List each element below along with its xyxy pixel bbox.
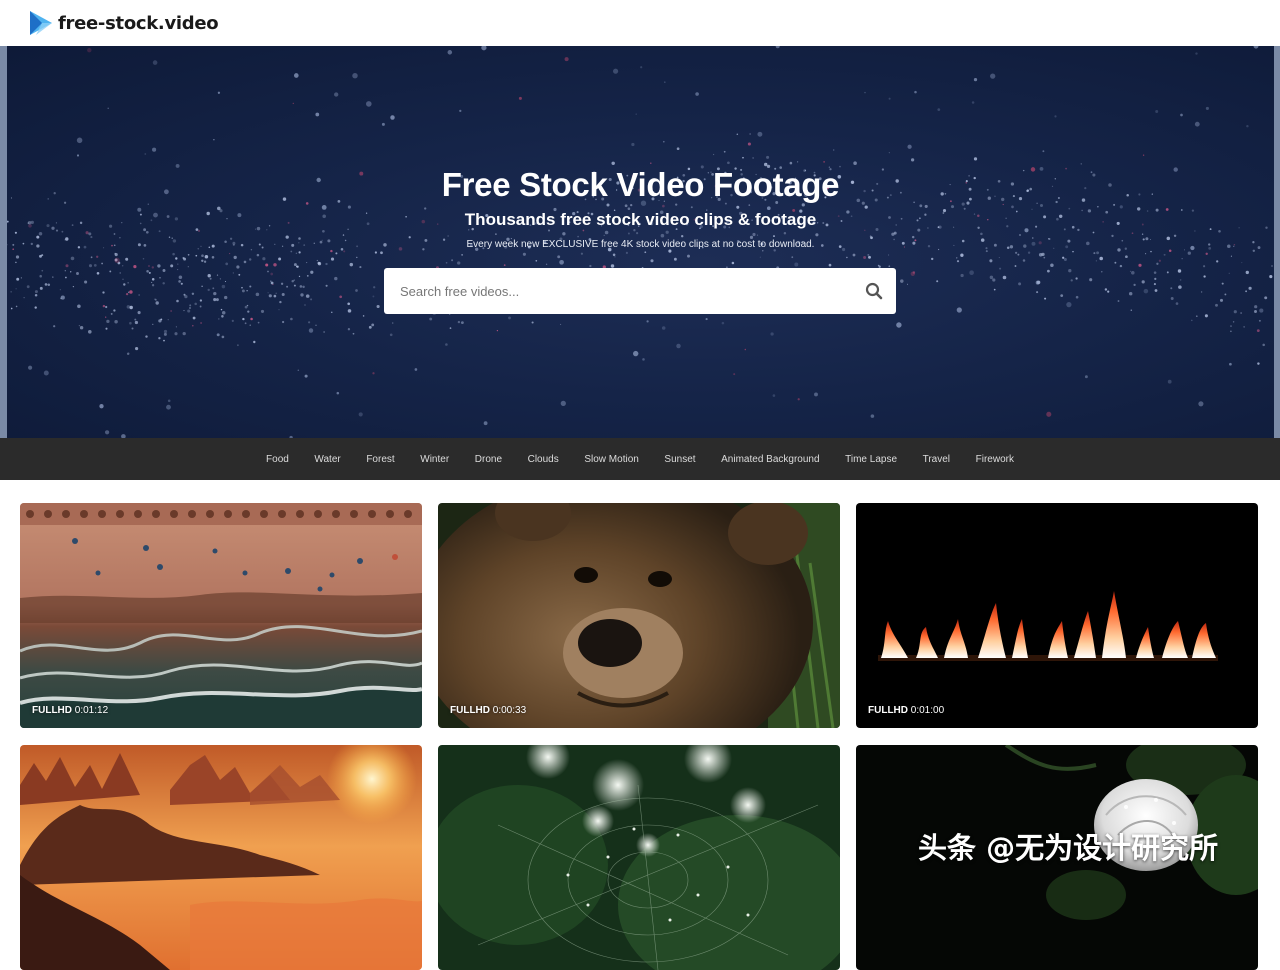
hero-background: Free Stock Video Footage Thousands free … [7, 46, 1274, 438]
video-thumbnail-beach [20, 503, 422, 728]
hero-title: Free Stock Video Footage [441, 166, 840, 203]
search-input[interactable] [384, 268, 852, 314]
search-button[interactable] [852, 268, 896, 314]
video-thumbnail-bear [438, 503, 840, 728]
category-nav: Food Water Forest Winter Drone Clouds Sl… [0, 438, 1280, 480]
video-card-spider-web[interactable] [438, 745, 840, 970]
watermark: 头条 @无为设计研究所 [918, 831, 1219, 865]
hero-subtitle: Thousands free stock video clips & foota… [464, 210, 817, 229]
video-meta: FULLHD 0:01:00 [868, 705, 944, 716]
video-quality: FULLHD [868, 705, 908, 716]
video-thumbnail-fire [856, 503, 1258, 728]
hero-note: Every week new EXCLUSIVE free 4K stock v… [466, 239, 815, 250]
category-animated-background[interactable]: Animated Background [708, 454, 832, 465]
video-thumbnail-sunset-mountains [20, 745, 422, 970]
category-water[interactable]: Water [302, 454, 354, 465]
video-thumbnail-spider-web [438, 745, 840, 970]
category-slow-motion[interactable]: Slow Motion [572, 454, 652, 465]
hero-section: Free Stock Video Footage Thousands free … [0, 46, 1280, 438]
category-travel[interactable]: Travel [910, 454, 963, 465]
logo[interactable]: free-stock.video [28, 9, 219, 37]
category-clouds[interactable]: Clouds [515, 454, 572, 465]
category-time-lapse[interactable]: Time Lapse [832, 454, 909, 465]
video-duration: 0:01:00 [910, 705, 945, 716]
category-winter[interactable]: Winter [407, 454, 462, 465]
category-sunset[interactable]: Sunset [652, 454, 709, 465]
video-card-beach[interactable]: FULLHD 0:01:12 [20, 503, 422, 728]
video-duration: 0:01:12 [74, 705, 109, 716]
video-quality: FULLHD [450, 705, 490, 716]
video-card-fire[interactable]: FULLHD 0:01:00 [856, 503, 1258, 728]
video-card-sunset-mountains[interactable] [20, 745, 422, 970]
play-triangle-icon [30, 11, 52, 35]
site-header: free-stock.video [0, 0, 1280, 46]
video-quality: FULLHD [32, 705, 72, 716]
search-icon [865, 282, 883, 300]
category-food[interactable]: Food [253, 454, 301, 465]
video-meta: FULLHD 0:00:33 [450, 705, 526, 716]
video-card-bear[interactable]: FULLHD 0:00:33 [438, 503, 840, 728]
category-forest[interactable]: Forest [354, 454, 408, 465]
video-meta: FULLHD 0:01:12 [32, 705, 108, 716]
category-drone[interactable]: Drone [462, 454, 515, 465]
video-duration: 0:00:33 [492, 705, 527, 716]
search-box [384, 268, 896, 314]
logo-text: free-stock.video [58, 12, 219, 34]
category-firework[interactable]: Firework [963, 454, 1027, 465]
